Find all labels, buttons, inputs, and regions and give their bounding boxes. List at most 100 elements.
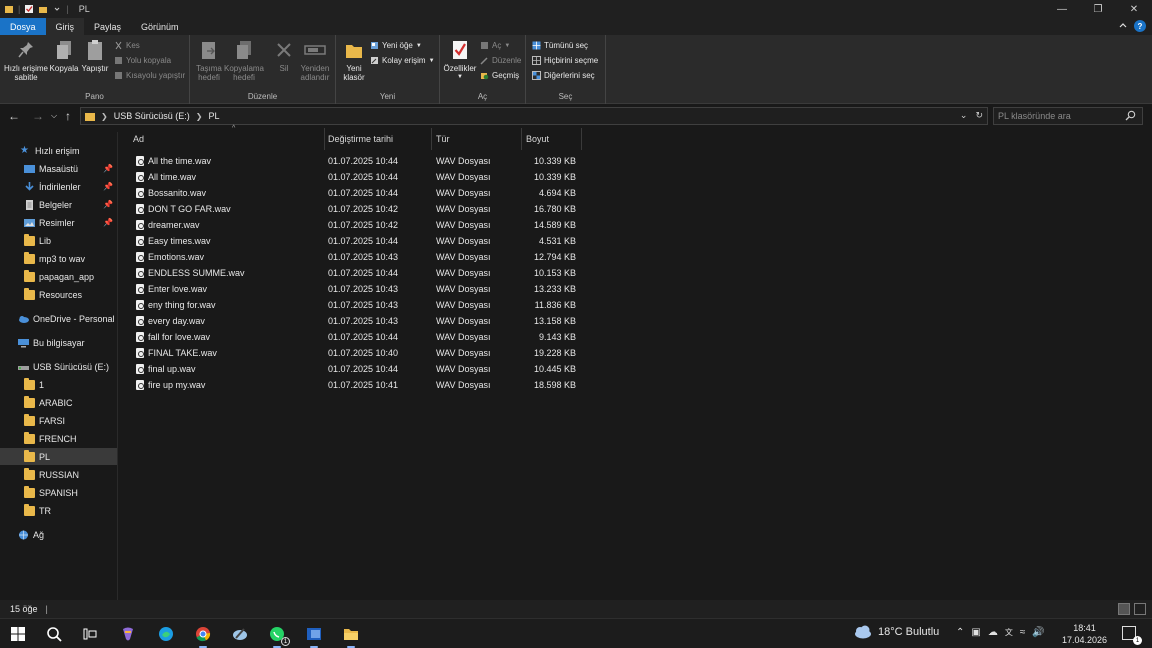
- file-row[interactable]: final up.wav 01.07.2025 10:44 WAV Dosyası 1…: [131, 361, 581, 377]
- sidebar-this-pc[interactable]: Bu bilgisayar: [0, 334, 117, 351]
- sidebar-folder-pl[interactable]: PL: [0, 448, 117, 465]
- column-header-type[interactable]: Tür: [432, 128, 522, 150]
- new-item-button[interactable]: Yeni öğe ▼: [370, 41, 422, 50]
- file-row[interactable]: FINAL TAKE.wav 01.07.2025 10:40 WAV Dosyas…: [131, 345, 581, 361]
- minimize-button[interactable]: —: [1044, 0, 1080, 18]
- file-row[interactable]: Easy times.wav 01.07.2025 10:44 WAV Dosyas…: [131, 233, 581, 249]
- column-header-size[interactable]: Boyut: [522, 128, 582, 150]
- tab-view[interactable]: Görünüm: [131, 18, 189, 35]
- file-row[interactable]: Bossanito.wav 01.07.2025 10:44 WAV Dosyası…: [131, 185, 581, 201]
- sidebar-folder-french[interactable]: FRENCH: [0, 430, 117, 447]
- file-row[interactable]: every day.wav 01.07.2025 10:43 WAV Dosyası…: [131, 313, 581, 329]
- file-row[interactable]: dreamer.wav 01.07.2025 10:42 WAV Dosyası 14…: [131, 217, 581, 233]
- sidebar-folder-1[interactable]: 1: [0, 376, 117, 393]
- chrome-browser-icon[interactable]: [194, 625, 212, 648]
- paste-shortcut-button[interactable]: Kısayolu yapıştır: [114, 71, 185, 80]
- sidebar-item-mp3-to-wav[interactable]: mp3 to wav: [0, 250, 117, 267]
- collapse-ribbon-icon[interactable]: [1118, 21, 1128, 31]
- sidebar-usb-drive[interactable]: USB Sürücüsü (E:): [0, 358, 117, 375]
- copy-button[interactable]: Kopyala: [49, 38, 79, 73]
- file-row[interactable]: DON T GO FAR.wav 01.07.2025 10:42 WAV Dosy…: [131, 201, 581, 217]
- help-icon[interactable]: ?: [1134, 20, 1146, 32]
- rename-button[interactable]: Yeniden adlandır: [298, 38, 332, 82]
- sidebar-item-resources[interactable]: Resources: [0, 286, 117, 303]
- file-row[interactable]: fall for love.wav 01.07.2025 10:44 WAV Dos…: [131, 329, 581, 345]
- defender-icon[interactable]: ▣: [971, 627, 980, 638]
- copy-path-button[interactable]: Yolu kopyala: [114, 56, 171, 65]
- address-dropdown-icon[interactable]: ⌄: [960, 110, 968, 121]
- cut-button[interactable]: Kes: [114, 41, 140, 50]
- properties-checkbox-icon[interactable]: [24, 4, 34, 14]
- large-icons-view-icon[interactable]: [1134, 603, 1146, 615]
- whatsapp-icon[interactable]: 1: [268, 625, 290, 648]
- language-ime-icon[interactable]: 文: [1005, 627, 1013, 638]
- tab-file[interactable]: Dosya: [0, 18, 46, 35]
- pin-quick-access-button[interactable]: Hızlı erişime sabitle: [4, 38, 48, 82]
- sidebar-item-desktop[interactable]: Masaüstü 📌: [0, 160, 117, 177]
- sidebar-network[interactable]: Ağ: [0, 526, 117, 543]
- breadcrumb-usb[interactable]: USB Sürücüsü (E:): [114, 111, 190, 121]
- new-folder-button[interactable]: Yeni klasör: [340, 38, 368, 82]
- sidebar-item-lib[interactable]: Lib: [0, 232, 117, 249]
- task-view-icon[interactable]: [81, 625, 99, 643]
- onedrive-tray-icon[interactable]: ☁: [988, 627, 998, 638]
- volume-icon[interactable]: 🔊: [1032, 627, 1044, 638]
- breadcrumb-pl[interactable]: PL: [208, 111, 219, 121]
- copilot-icon[interactable]: [119, 625, 137, 643]
- file-row[interactable]: fire up my.wav 01.07.2025 10:41 WAV Dosyas…: [131, 377, 581, 393]
- paste-button[interactable]: Yapıştır: [80, 38, 110, 73]
- clock[interactable]: 18:41 17.04.2026: [1062, 622, 1107, 646]
- restore-button[interactable]: ❐: [1080, 0, 1116, 18]
- sidebar-folder-russian[interactable]: RUSSIAN: [0, 466, 117, 483]
- column-header-date[interactable]: Değiştirme tarihi: [324, 128, 432, 150]
- paint-app-icon[interactable]: [231, 625, 249, 643]
- sidebar-item-papagan-app[interactable]: papagan_app: [0, 268, 117, 285]
- edit-button[interactable]: Düzenle: [480, 56, 521, 65]
- file-row[interactable]: Enter love.wav 01.07.2025 10:43 WAV Dosyas…: [131, 281, 581, 297]
- show-hidden-icons-chevron-icon[interactable]: ⌃: [956, 627, 964, 638]
- tab-home[interactable]: Giriş: [45, 18, 85, 35]
- search-icon[interactable]: [45, 625, 63, 643]
- open-button[interactable]: Aç ▼: [480, 41, 510, 50]
- weather-widget[interactable]: 18°C Bulutlu: [852, 625, 939, 639]
- sidebar-folder-tr[interactable]: TR: [0, 502, 117, 519]
- tab-share[interactable]: Paylaş: [84, 18, 131, 35]
- search-input[interactable]: PL klasöründe ara: [993, 107, 1143, 125]
- sidebar-item-documents[interactable]: Belgeler 📌: [0, 196, 117, 213]
- copy-to-button[interactable]: Kopyalama hedefi: [224, 38, 264, 82]
- sidebar-quick-access[interactable]: ★ Hızlı erişim: [0, 142, 117, 159]
- sidebar-folder-farsi[interactable]: FARSI: [0, 412, 117, 429]
- file-row[interactable]: Emotions.wav 01.07.2025 10:43 WAV Dosyası 1…: [131, 249, 581, 265]
- sidebar-item-pictures[interactable]: Resimler 📌: [0, 214, 117, 231]
- wifi-icon[interactable]: ≈: [1020, 627, 1026, 638]
- sidebar-folder-spanish[interactable]: SPANISH: [0, 484, 117, 501]
- address-bar[interactable]: ❯ USB Sürücüsü (E:) ❯ PL ⌄ ↻: [80, 107, 988, 125]
- move-to-button[interactable]: Taşıma hedefi: [194, 38, 224, 82]
- recent-locations-chevron-icon[interactable]: ⌵: [51, 111, 57, 121]
- delete-button[interactable]: Sil: [272, 38, 296, 73]
- back-arrow-icon[interactable]: ←: [8, 109, 20, 123]
- up-arrow-icon[interactable]: ↑: [65, 109, 71, 123]
- easy-access-button[interactable]: Kolay erişim ▼: [370, 56, 435, 65]
- sidebar-folder-arabic[interactable]: ARABIC: [0, 394, 117, 411]
- refresh-icon[interactable]: ↻: [975, 110, 983, 121]
- customize-chevron-icon[interactable]: [52, 4, 62, 14]
- sidebar-item-downloads[interactable]: İndirilenler 📌: [0, 178, 117, 195]
- properties-button[interactable]: Özellikler ▼: [442, 38, 478, 82]
- file-row[interactable]: ENDLESS SUMME.wav 01.07.2025 10:44 WAV Dos…: [131, 265, 581, 281]
- edge-browser-icon[interactable]: [157, 625, 175, 643]
- details-view-icon[interactable]: [1118, 603, 1130, 615]
- select-all-button[interactable]: Tümünü seç: [532, 41, 588, 50]
- file-row[interactable]: eny thing for.wav 01.07.2025 10:43 WAV Dos…: [131, 297, 581, 313]
- sidebar-onedrive[interactable]: OneDrive - Personal: [0, 310, 117, 327]
- close-button[interactable]: ✕: [1116, 0, 1152, 18]
- file-explorer-icon[interactable]: [342, 625, 360, 648]
- word-app-icon[interactable]: [305, 625, 323, 648]
- file-row[interactable]: All time.wav 01.07.2025 10:44 WAV Dosyası 1…: [131, 169, 581, 185]
- new-folder-quick-icon[interactable]: [38, 4, 48, 14]
- file-row[interactable]: All the time.wav 01.07.2025 10:44 WAV Dosy…: [131, 153, 581, 169]
- select-none-button[interactable]: Hiçbirini seçme: [532, 56, 598, 65]
- history-button[interactable]: Geçmiş: [480, 71, 519, 80]
- column-header-name[interactable]: ^ Ad: [129, 125, 325, 150]
- start-windows-icon[interactable]: [9, 625, 27, 643]
